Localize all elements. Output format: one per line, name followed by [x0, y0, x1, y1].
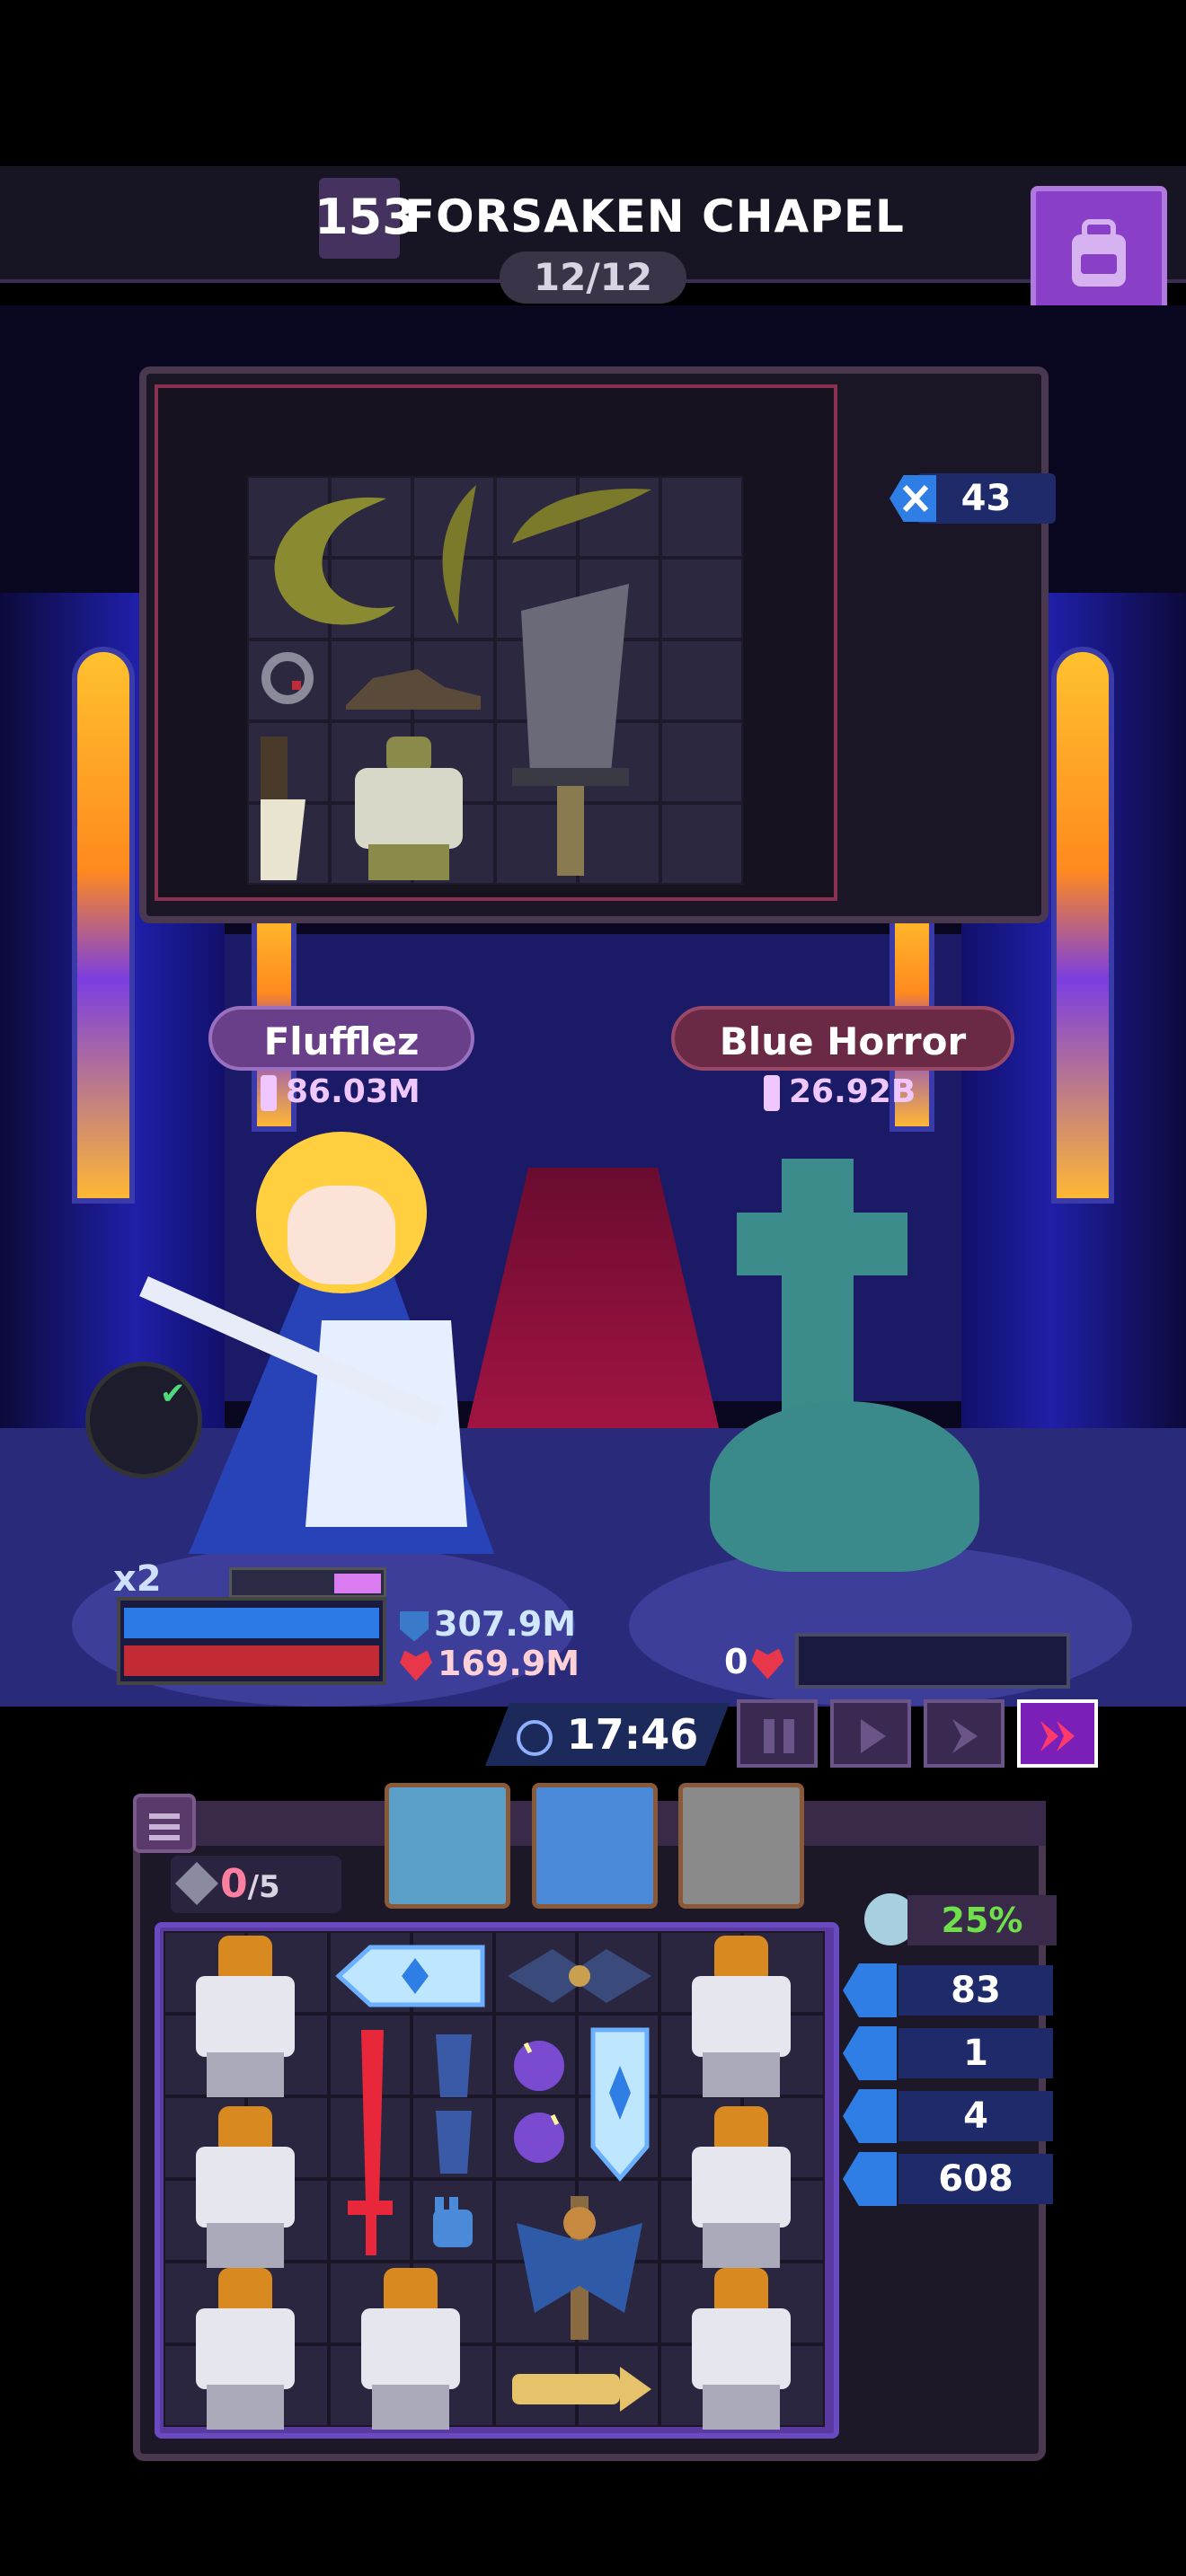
armor-item-icon[interactable]: [665, 2268, 818, 2430]
crescent-item-icon: [274, 497, 395, 625]
stat-orbs: 83: [843, 1963, 1053, 2017]
boots-item-icon: [346, 669, 481, 710]
shield-icon: [400, 1610, 429, 1642]
armor-item-icon[interactable]: [334, 2268, 487, 2430]
clock-icon: [516, 1719, 553, 1756]
ally-portrait-locked[interactable]: [678, 1783, 804, 1909]
enemy-power-value: 26.92B: [789, 1073, 916, 1110]
check-icon: ✔: [160, 1376, 186, 1412]
player-power: 86.03M: [261, 1073, 420, 1111]
double-chevron-icon: [1040, 1721, 1075, 1751]
enemy-nameplate: Blue Horror: [671, 1006, 1014, 1071]
stat-value: 608: [938, 2158, 1013, 2200]
kills-badge: 43: [890, 473, 1056, 524]
pause-button[interactable]: [737, 1699, 818, 1768]
stage-title: FORSAKEN CHAPEL: [404, 190, 905, 243]
skip-button[interactable]: [1017, 1699, 1098, 1768]
fast-forward-button[interactable]: [924, 1699, 1005, 1768]
armor-item-icon[interactable]: [169, 2106, 322, 2268]
menu-button[interactable]: [133, 1794, 196, 1853]
gem-counter: 0/5: [171, 1856, 341, 1913]
winged-relic-icon[interactable]: [499, 1940, 660, 2012]
pause-icon: [764, 1719, 794, 1753]
loot-cell[interactable]: [660, 803, 743, 885]
player-life-bar: [124, 1645, 379, 1676]
play-button[interactable]: [830, 1699, 911, 1768]
player-shield-bar: [124, 1608, 379, 1638]
greatsword-item-icon: [512, 584, 629, 876]
backpack-icon: [1072, 219, 1126, 287]
backpack-button[interactable]: [1031, 186, 1167, 321]
gauntlet-icon[interactable]: [422, 2192, 485, 2254]
stained-glass-window: [1051, 647, 1114, 1204]
spirit-item-icon[interactable]: [499, 2025, 580, 2178]
blue-totem-icon[interactable]: [418, 2025, 490, 2178]
player-shield-value: 307.9M: [434, 1604, 577, 1644]
kills-count: 43: [960, 478, 1012, 519]
progress-percent: 25%: [907, 1895, 1057, 1945]
multiplier-label: x2: [113, 1558, 162, 1600]
enemy-power: 26.92B: [764, 1073, 916, 1111]
armor-item-icon[interactable]: [169, 1936, 322, 2097]
red-sword-icon[interactable]: [334, 2021, 406, 2263]
hero-face: [288, 1186, 395, 1284]
dagger-item-icon: [261, 737, 305, 880]
top-bar-blank: [0, 0, 1186, 166]
gem-max: /5: [247, 1869, 280, 1905]
ring-item-icon: [261, 652, 314, 704]
player-life: 169.9M: [400, 1644, 580, 1683]
enemy-life-value: 0: [724, 1642, 748, 1681]
stat-value: 4: [963, 2095, 988, 2137]
armor-item-icon[interactable]: [665, 1936, 818, 2097]
player-shield: 307.9M: [400, 1604, 576, 1644]
menu-icon: [149, 1835, 180, 1840]
winged-staff-icon[interactable]: [499, 2187, 660, 2349]
loot-cell[interactable]: [660, 558, 743, 640]
player-power-value: 86.03M: [286, 1073, 420, 1110]
timer-value: 17:46: [566, 1710, 699, 1759]
horn-item-icon: [442, 485, 476, 624]
sword-icon: [261, 1075, 277, 1111]
stat-value: 1: [963, 2033, 988, 2074]
menu-icon: [149, 1824, 180, 1830]
chevron-right-icon: [952, 1719, 978, 1753]
player-life-value: 169.9M: [438, 1644, 580, 1683]
armor-item-icon[interactable]: [665, 2106, 818, 2268]
armor-item-icon: [355, 737, 463, 880]
heart-icon: [400, 1650, 432, 1681]
stat-value: 83: [951, 1970, 1001, 2011]
ice-shield-icon[interactable]: [584, 2021, 656, 2183]
enemy-health-bar: [795, 1633, 1070, 1689]
stat-kills: 608: [843, 2152, 1053, 2206]
hero-cape: [305, 1320, 467, 1527]
crystal-shard-icon[interactable]: [334, 1940, 487, 2012]
player-nameplate: Flufflez: [208, 1006, 474, 1071]
stained-glass-window: [72, 647, 135, 1204]
battle-timer: 17:46: [485, 1703, 730, 1766]
armor-item-icon[interactable]: [169, 2268, 322, 2430]
golden-key-icon[interactable]: [503, 2358, 656, 2421]
enemy-life: 0: [724, 1642, 789, 1681]
stat-monsters: 4: [843, 2089, 1053, 2143]
tombstone-crossbar: [737, 1213, 907, 1275]
play-icon: [861, 1719, 886, 1753]
level-number: 153: [314, 189, 416, 245]
heart-icon: [751, 1648, 784, 1680]
stat-items: 1: [843, 2026, 1053, 2080]
ally-portrait[interactable]: [532, 1783, 658, 1909]
loot-cell[interactable]: [660, 640, 743, 721]
wave-progress: 12/12: [500, 251, 686, 304]
bottom-bar-blank: [0, 2479, 1186, 2576]
loot-cell[interactable]: [660, 476, 743, 558]
sword-icon: [764, 1075, 780, 1111]
gem-count-value: 0: [220, 1861, 248, 1907]
menu-icon: [149, 1813, 180, 1819]
energy-bar-fill: [334, 1574, 381, 1593]
diamond-icon: [174, 1861, 219, 1906]
claw-item-icon: [512, 489, 651, 543]
loot-cell[interactable]: [660, 721, 743, 803]
enemy-tombstone: [710, 1401, 979, 1572]
ally-portrait[interactable]: [385, 1783, 510, 1909]
